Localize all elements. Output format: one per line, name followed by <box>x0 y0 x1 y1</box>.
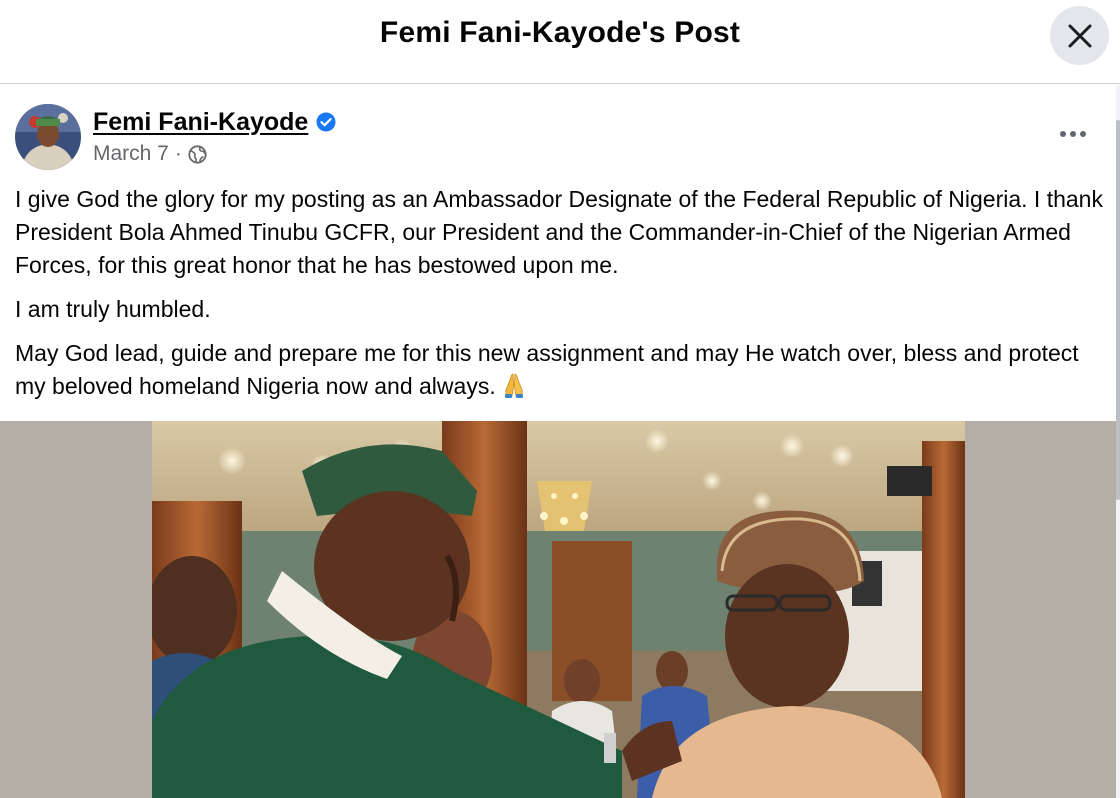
author-avatar[interactable] <box>15 104 81 170</box>
post-paragraph: I am truly humbled. <box>15 296 211 322</box>
post-date-link[interactable]: March 7 <box>93 142 169 166</box>
globe-icon[interactable] <box>188 144 207 164</box>
post-body: I give God the glory for my posting as a… <box>15 183 1110 414</box>
post-card: Femi Fani-Kayode March 7 · I give God th… <box>0 85 1116 798</box>
close-icon <box>1068 24 1091 47</box>
author-name-link[interactable]: Femi Fani-Kayode <box>93 108 308 137</box>
scrollbar-thumb[interactable] <box>1116 120 1120 500</box>
close-button[interactable] <box>1050 6 1109 65</box>
more-options-icon <box>1060 131 1086 137</box>
post-photo[interactable] <box>152 421 965 798</box>
post-paragraph: May God lead, guide and prepare me for t… <box>15 337 1110 403</box>
praying-hands-emoji-icon <box>500 371 528 399</box>
post-photo-container <box>0 421 1116 798</box>
more-options-button[interactable] <box>1052 119 1094 149</box>
post-paragraph: I give God the glory for my posting as a… <box>15 186 1103 278</box>
post-meta: March 7 · <box>93 141 207 167</box>
author-row: Femi Fani-Kayode <box>93 106 336 138</box>
post-paragraph-text: May God lead, guide and prepare me for t… <box>15 340 1079 399</box>
dialog-title: Femi Fani-Kayode's Post <box>379 16 741 49</box>
meta-separator: · <box>174 142 182 165</box>
dialog-header: Femi Fani-Kayode's Post <box>0 0 1120 84</box>
verified-badge-icon <box>316 112 336 132</box>
